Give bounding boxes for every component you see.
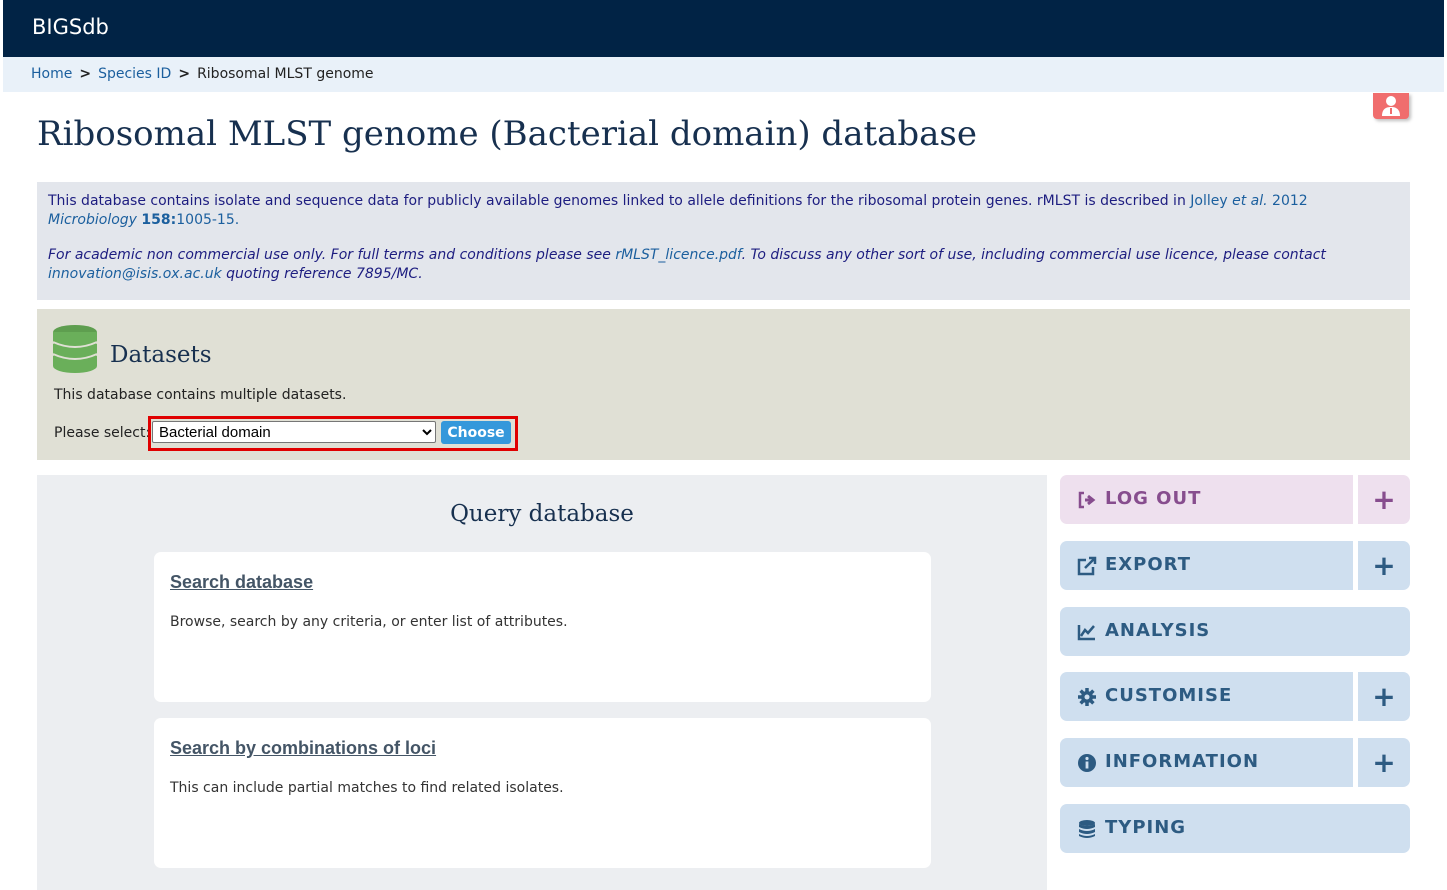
database-icon <box>1079 820 1095 838</box>
typing-menu: TYPING <box>1060 804 1410 853</box>
customise-button[interactable]: CUSTOMISE <box>1060 672 1353 721</box>
information-button[interactable]: INFORMATION <box>1060 738 1353 787</box>
information-menu: INFORMATION + <box>1060 738 1410 787</box>
export-button[interactable]: EXPORT <box>1060 541 1353 590</box>
logout-button[interactable]: LOG OUT <box>1060 475 1353 524</box>
citation-etal: et al. <box>1232 193 1268 209</box>
search-loci-link[interactable]: Search by combinations of loci <box>170 738 436 759</box>
datasets-description: This database contains multiple datasets… <box>54 387 347 403</box>
logout-menu: LOG OUT + <box>1060 475 1410 524</box>
search-database-description: Browse, search by any criteria, or enter… <box>170 614 568 630</box>
breadcrumb-separator: > <box>178 66 191 82</box>
breadcrumb-species-id-link[interactable]: Species ID <box>98 66 171 82</box>
typing-label: TYPING <box>1105 817 1187 838</box>
licence-paragraph: For academic non commercial use only. Fo… <box>48 246 1399 284</box>
description-paragraph: This database contains isolate and seque… <box>48 192 1399 230</box>
licence-text: quoting reference 7895/MC. <box>221 266 423 282</box>
search-loci-description: This can include partial matches to find… <box>170 780 564 796</box>
datasets-title: Datasets <box>110 342 212 368</box>
typing-button[interactable]: TYPING <box>1060 804 1410 853</box>
dataset-select-label: Please select: <box>54 425 151 441</box>
licence-text: For academic non commercial use only. Fo… <box>48 247 616 263</box>
export-label: EXPORT <box>1105 554 1191 575</box>
search-database-link[interactable]: Search database <box>170 572 313 593</box>
information-expand-button[interactable]: + <box>1358 738 1410 787</box>
breadcrumb-home-link[interactable]: Home <box>31 66 72 82</box>
breadcrumb: Home > Species ID > Ribosomal MLST genome <box>3 57 1444 92</box>
licence-pdf-link[interactable]: rMLST_licence.pdf <box>615 247 741 263</box>
info-circle-icon <box>1078 754 1096 772</box>
external-link-icon <box>1077 556 1097 576</box>
customise-label: CUSTOMISE <box>1105 685 1233 706</box>
gear-icon <box>1078 688 1096 706</box>
query-panel-title: Query database <box>450 501 634 527</box>
citation-author: Jolley <box>1190 193 1233 209</box>
site-brand[interactable]: BIGSdb <box>32 15 109 39</box>
choose-button[interactable]: Choose <box>441 421 511 444</box>
export-expand-button[interactable]: + <box>1358 541 1410 590</box>
top-bar: BIGSdb <box>3 0 1444 57</box>
description-text: This database contains isolate and seque… <box>48 193 1191 209</box>
user-account-button[interactable] <box>1373 93 1409 119</box>
breadcrumb-separator: > <box>79 66 92 82</box>
dataset-select[interactable]: Bacterial domain <box>152 421 436 443</box>
logout-expand-button[interactable]: + <box>1358 475 1410 524</box>
database-icon <box>52 325 98 373</box>
line-chart-icon <box>1077 625 1095 641</box>
information-label: INFORMATION <box>1105 751 1260 772</box>
contact-email-link[interactable]: innovation@isis.ox.ac.uk <box>48 266 222 282</box>
logout-label: LOG OUT <box>1105 488 1202 509</box>
search-loci-card: Search by combinations of loci This can … <box>154 718 931 868</box>
citation-year: 2012 <box>1267 193 1308 209</box>
customise-menu: CUSTOMISE + <box>1060 672 1410 721</box>
user-icon <box>1382 96 1400 116</box>
citation-pages: 1005-15. <box>176 212 240 228</box>
page-title: Ribosomal MLST genome (Bacterial domain)… <box>37 114 977 154</box>
search-database-card: Search database Browse, search by any cr… <box>154 552 931 702</box>
query-panel: Query database Search database Browse, s… <box>37 475 1047 890</box>
breadcrumb-current: Ribosomal MLST genome <box>197 66 374 82</box>
analysis-label: ANALYSIS <box>1105 620 1211 641</box>
sign-out-icon <box>1078 491 1096 509</box>
citation-journal: Microbiology <box>48 212 137 228</box>
analysis-button[interactable]: ANALYSIS <box>1060 607 1410 656</box>
database-info-box: This database contains isolate and seque… <box>37 182 1410 300</box>
citation-volume: 158: <box>141 212 177 228</box>
analysis-menu: ANALYSIS <box>1060 607 1410 656</box>
licence-text: . To discuss any other sort of use, incl… <box>741 247 1326 263</box>
customise-expand-button[interactable]: + <box>1358 672 1410 721</box>
export-menu: EXPORT + <box>1060 541 1410 590</box>
